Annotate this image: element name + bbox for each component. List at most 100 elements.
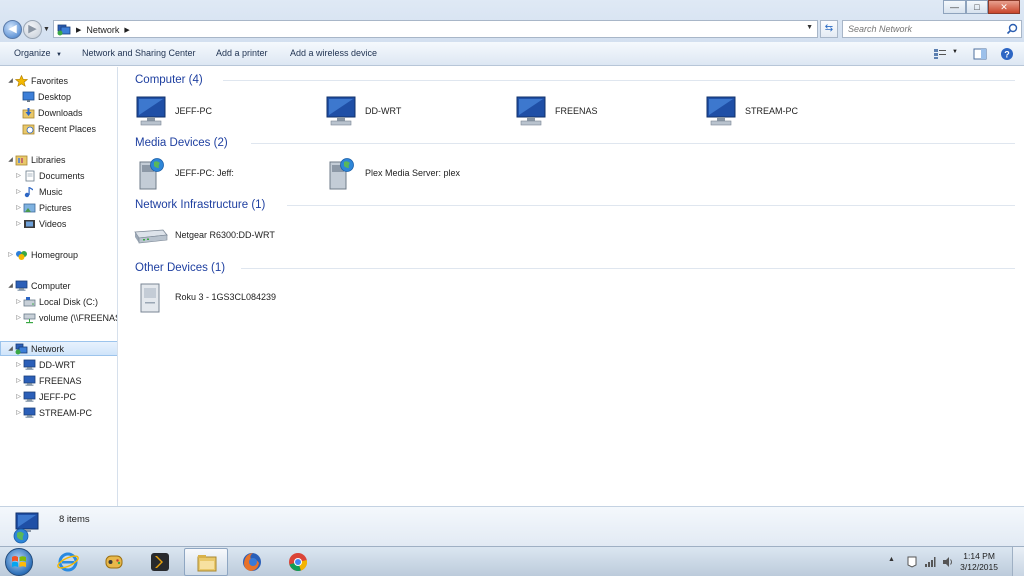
maximize-button[interactable]: □ — [966, 0, 988, 14]
taskbar-internet-explorer[interactable] — [46, 548, 90, 576]
minimize-button[interactable]: — — [943, 0, 966, 14]
nav-item-videos[interactable]: ▷ Videos — [0, 216, 117, 231]
refresh-button[interactable]: ⇆ — [820, 20, 838, 38]
show-hidden-icons-button[interactable]: ▲ — [888, 556, 895, 563]
network-item-jeff-pc[interactable]: JEFF-PC — [133, 94, 212, 128]
search-input[interactable] — [843, 21, 1003, 37]
computer-icon — [23, 407, 36, 418]
change-view-button[interactable]: ▼ — [931, 46, 961, 62]
star-icon — [15, 74, 28, 87]
start-button[interactable] — [5, 548, 33, 576]
action-center-icon[interactable] — [906, 556, 918, 568]
network-item-dd-wrt[interactable]: DD-WRT — [323, 94, 401, 128]
add-printer-button[interactable]: Add a printer — [216, 48, 268, 58]
taskbar-firefox[interactable] — [230, 548, 274, 576]
network-icon — [15, 343, 28, 354]
clock[interactable]: 1:14 PM 3/12/2015 — [960, 551, 998, 573]
expand-icon[interactable]: ▷ — [14, 204, 23, 211]
nav-item-recent-places[interactable]: Recent Places — [0, 121, 117, 136]
address-bar[interactable]: ▶ Network ▶ ▼ — [53, 20, 818, 38]
nav-item-local-disk[interactable]: ▷ Local Disk (C:) — [0, 294, 117, 309]
nav-item-downloads[interactable]: Downloads — [0, 105, 117, 120]
search-box[interactable] — [842, 20, 1022, 38]
libraries-icon — [15, 155, 28, 165]
expand-icon[interactable]: ▷ — [14, 409, 23, 416]
breadcrumb-separator[interactable]: ▶ — [124, 26, 129, 34]
nav-item-music[interactable]: ▷ Music — [0, 184, 117, 199]
group-header-network-infrastructure[interactable]: Network Infrastructure (1) — [135, 197, 1015, 212]
close-button[interactable]: ✕ — [988, 0, 1020, 14]
volume-icon[interactable] — [942, 556, 954, 568]
clock-date: 3/12/2015 — [960, 562, 998, 572]
other-item-roku[interactable]: Roku 3 - 1GS3CL084239 — [133, 280, 276, 314]
expand-icon[interactable]: ▷ — [14, 298, 23, 305]
games-icon — [105, 555, 123, 569]
collapse-icon[interactable]: ◢ — [6, 77, 15, 84]
nav-label: Favorites — [31, 75, 69, 86]
media-item-plex[interactable]: Plex Media Server: plex — [323, 156, 460, 190]
network-item-stream-pc[interactable]: STREAM-PC — [703, 94, 798, 128]
back-arrow-icon: ◀ — [8, 23, 17, 35]
nav-item-dd-wrt[interactable]: ▷ DD-WRT — [0, 357, 117, 372]
expand-icon[interactable]: ▷ — [14, 377, 23, 384]
infrastructure-item-router[interactable]: Netgear R6300:DD-WRT — [133, 218, 275, 252]
nav-item-documents[interactable]: ▷ Documents — [0, 168, 117, 183]
taskbar-windows-explorer[interactable] — [184, 548, 228, 576]
recent-pages-dropdown[interactable]: ▼ — [43, 26, 50, 33]
nav-computer[interactable]: ◢ Computer — [0, 278, 117, 293]
organize-label: Organize — [14, 48, 51, 58]
expand-icon[interactable]: ▷ — [14, 314, 23, 321]
nav-item-network-volume[interactable]: ▷ volume (\\FREENAS) — [0, 310, 117, 325]
nav-item-jeff-pc[interactable]: ▷ JEFF-PC — [0, 389, 117, 404]
windows-logo-icon — [12, 556, 26, 567]
taskbar-plex[interactable] — [138, 548, 182, 576]
back-button[interactable]: ◀ — [3, 20, 22, 39]
expand-icon[interactable]: ▷ — [14, 361, 23, 368]
nav-item-freenas[interactable]: ▷ FREENAS — [0, 373, 117, 388]
breadcrumb-separator[interactable]: ▶ — [76, 26, 81, 34]
nav-item-desktop[interactable]: Desktop — [0, 89, 117, 104]
expand-icon[interactable]: ▷ — [6, 251, 15, 258]
computer-icon — [23, 359, 36, 370]
nav-homegroup[interactable]: ▷ Homegroup — [0, 247, 117, 262]
nav-label: Network — [31, 343, 65, 354]
organize-menu[interactable]: Organize ▼ — [14, 48, 62, 58]
navigation-pane: ◢ Favorites Desktop Downloads Recent Pla… — [0, 67, 118, 506]
collapse-icon[interactable]: ◢ — [6, 282, 15, 289]
nav-item-pictures[interactable]: ▷ Pictures — [0, 200, 117, 215]
firefox-icon — [243, 553, 261, 571]
nav-favorites[interactable]: ◢ Favorites — [0, 73, 117, 88]
nav-network[interactable]: ◢ Network — [0, 341, 117, 356]
chevron-down-icon: ▼ — [952, 49, 958, 55]
expand-icon[interactable]: ▷ — [14, 220, 23, 227]
preview-pane-button[interactable] — [971, 46, 989, 62]
expand-icon[interactable]: ▷ — [14, 172, 23, 179]
add-wireless-device-button[interactable]: Add a wireless device — [290, 48, 377, 58]
internet-explorer-icon — [57, 552, 79, 572]
device-icon — [140, 283, 160, 313]
group-title: Computer (4) — [135, 73, 203, 86]
taskbar-games[interactable] — [92, 548, 136, 576]
group-header-other-devices[interactable]: Other Devices (1) — [135, 260, 1015, 275]
network-sharing-center-button[interactable]: Network and Sharing Center — [82, 48, 196, 58]
nav-label: Local Disk (C:) — [39, 296, 99, 307]
collapse-icon[interactable]: ◢ — [6, 345, 15, 352]
nav-libraries[interactable]: ◢ Libraries — [0, 152, 117, 167]
expand-icon[interactable]: ▷ — [14, 393, 23, 400]
address-dropdown-icon[interactable]: ▼ — [806, 24, 813, 31]
search-icon[interactable] — [1006, 23, 1018, 35]
collapse-icon[interactable]: ◢ — [6, 156, 15, 163]
content-pane: Computer (4) JEFF-PC DD-WRT FREENAS STRE… — [119, 67, 1024, 506]
show-desktop-button[interactable] — [1012, 547, 1024, 576]
group-header-computer[interactable]: Computer (4) — [135, 72, 1015, 87]
taskbar-chrome[interactable] — [276, 548, 320, 576]
breadcrumb-network[interactable]: Network — [86, 25, 119, 35]
help-button[interactable]: ? — [998, 46, 1016, 62]
network-item-freenas[interactable]: FREENAS — [513, 94, 598, 128]
nav-item-stream-pc[interactable]: ▷ STREAM-PC — [0, 405, 117, 420]
group-header-media-devices[interactable]: Media Devices (2) — [135, 135, 1015, 150]
network-status-icon[interactable] — [924, 556, 936, 568]
media-item-jeff-pc[interactable]: JEFF-PC: Jeff: — [133, 156, 234, 190]
forward-button[interactable]: ▶ — [23, 20, 42, 39]
expand-icon[interactable]: ▷ — [14, 188, 23, 195]
